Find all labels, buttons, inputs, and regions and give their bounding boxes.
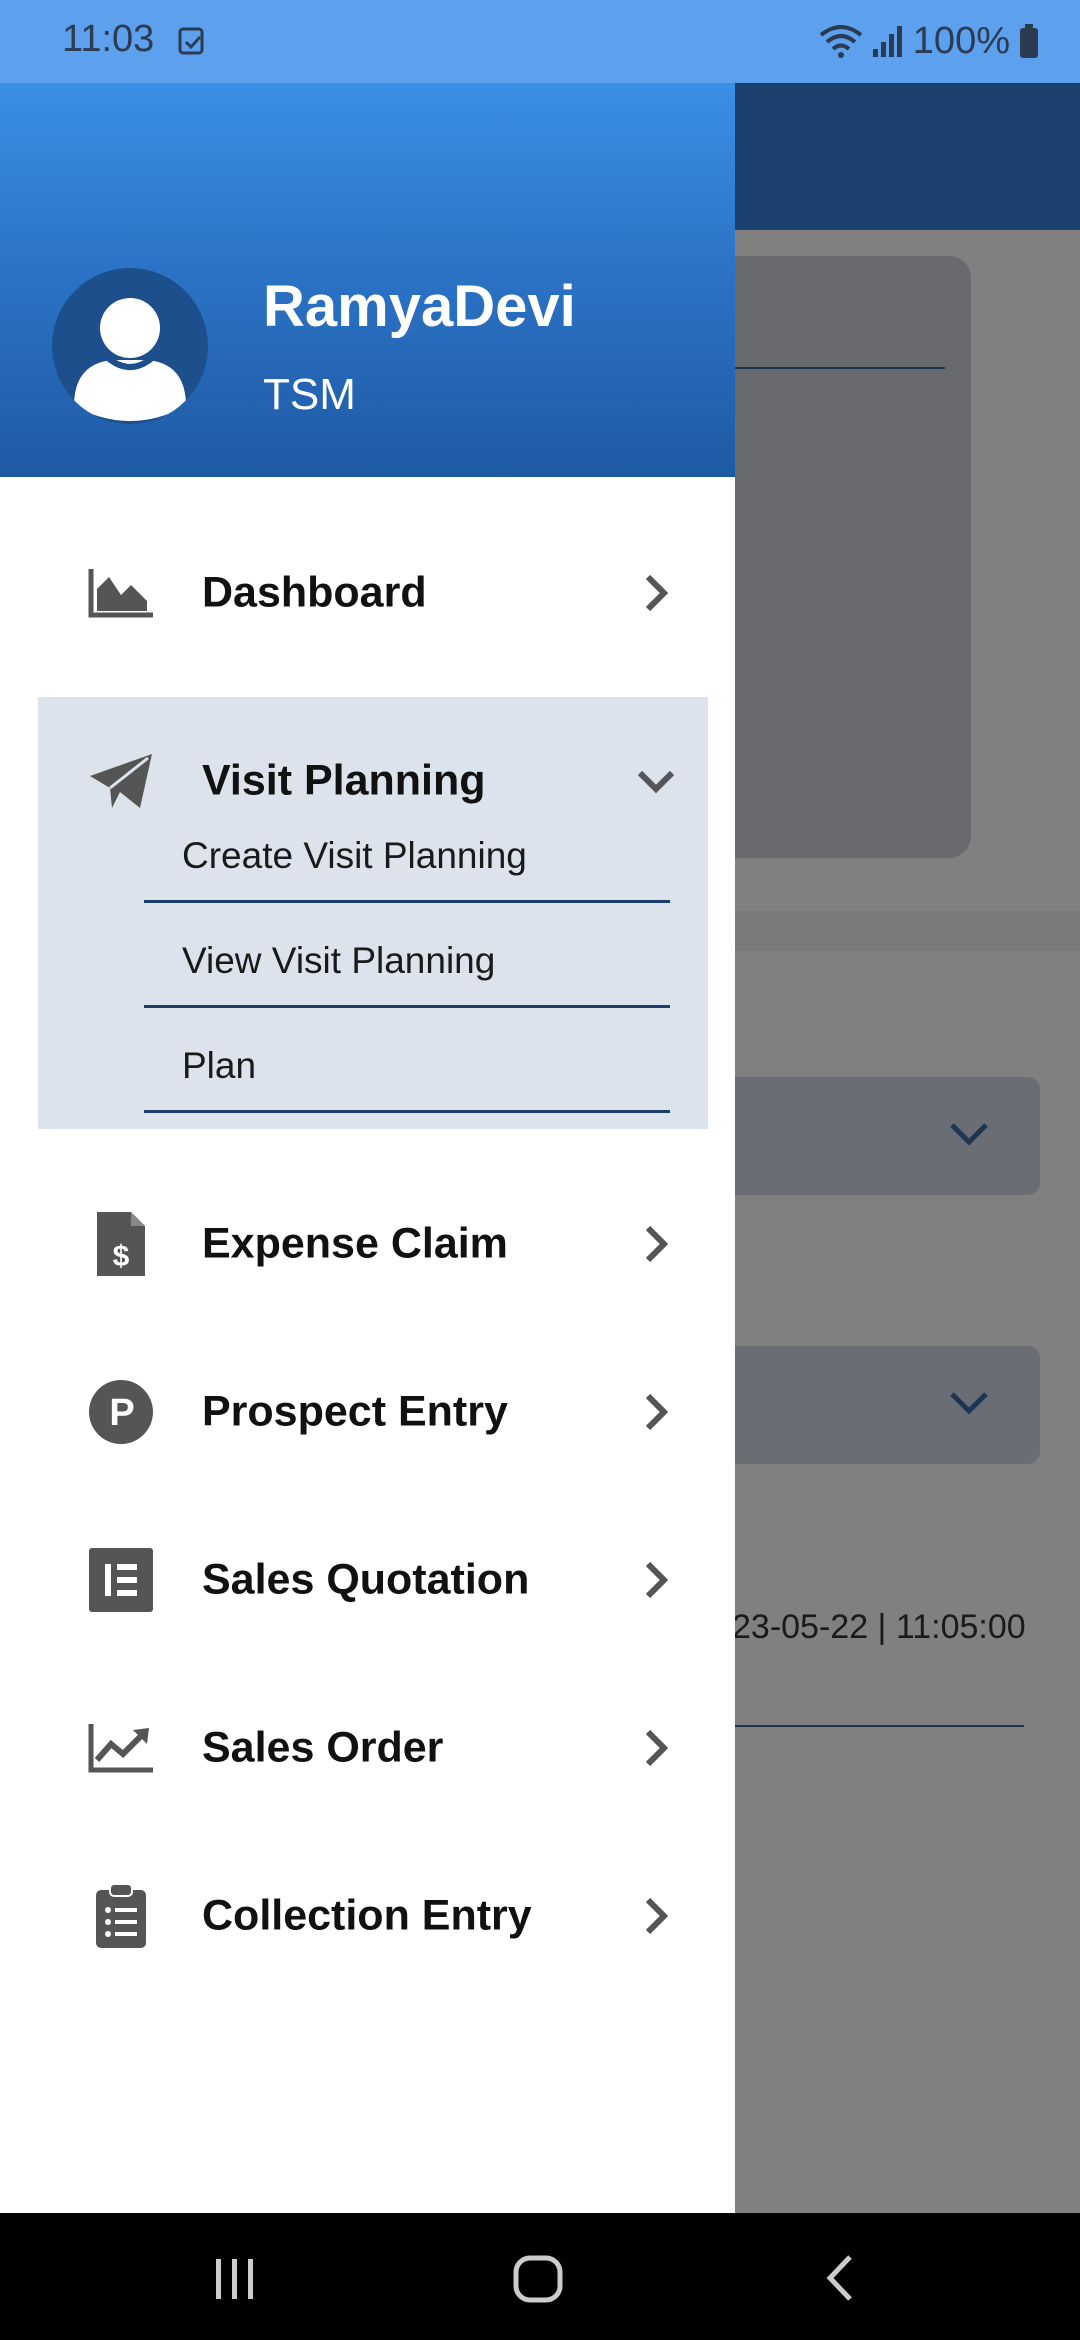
chevron-down-icon — [637, 770, 675, 794]
trending-chart-icon — [86, 1713, 156, 1783]
home-icon[interactable] — [503, 2243, 573, 2313]
svg-text:$: $ — [113, 1240, 130, 1273]
status-time: 11:03 — [62, 18, 155, 60]
back-icon[interactable] — [806, 2243, 876, 2313]
paper-plane-icon — [86, 746, 156, 816]
background-card-divider — [700, 367, 945, 369]
background-dropdown — [700, 1077, 1040, 1195]
background-card — [700, 256, 971, 858]
system-navigation-bar — [0, 2213, 1080, 2340]
status-bar: 11:03 100% — [0, 0, 1080, 83]
submenu-label-create: Create Visit Planning — [182, 835, 527, 876]
background-separator — [700, 911, 1080, 951]
menu-label-collection-entry: Collection Entry — [202, 1891, 532, 1940]
chevron-down-icon — [950, 1123, 988, 1146]
menu-item-prospect-entry[interactable]: P Prospect Entry — [0, 1328, 735, 1496]
note-icon — [178, 27, 204, 55]
submenu-label-plan: Plan — [182, 1045, 257, 1086]
signal-icon — [872, 26, 902, 57]
recent-apps-icon[interactable] — [200, 2243, 270, 2313]
menu-item-collection-entry[interactable]: Collection Entry — [0, 1832, 735, 2000]
chevron-right-icon — [645, 1393, 669, 1431]
menu-label-dashboard: Dashboard — [202, 568, 427, 617]
chevron-right-icon — [645, 1561, 669, 1599]
menu-item-expense-claim[interactable]: $ Expense Claim — [0, 1160, 735, 1328]
menu-label-prospect-entry: Prospect Entry — [202, 1387, 508, 1436]
invoice-dollar-icon: $ — [86, 1209, 156, 1279]
battery-icon — [1020, 24, 1038, 58]
background-field-underline — [732, 1725, 1024, 1727]
menu-group-visit-planning: Visit Planning Create Visit Planning Vie… — [38, 697, 708, 1129]
chevron-down-icon — [950, 1392, 988, 1415]
parking-circle-icon: P — [86, 1377, 156, 1447]
drawer-header: RamyaDevi TSM — [0, 83, 735, 477]
submenu-create-visit-planning[interactable]: Create Visit Planning — [144, 823, 670, 903]
wifi-icon — [819, 25, 863, 58]
submenu-plan[interactable]: Plan — [144, 1033, 670, 1113]
user-name: RamyaDevi — [263, 274, 576, 339]
user-avatar-icon — [74, 298, 186, 421]
chevron-right-icon — [645, 1225, 669, 1263]
svg-text:P: P — [109, 1392, 134, 1434]
submenu-label-view: View Visit Planning — [182, 940, 496, 981]
list-box-icon — [86, 1545, 156, 1615]
menu-item-dashboard[interactable]: Dashboard — [0, 509, 735, 677]
menu-label-sales-quotation: Sales Quotation — [202, 1555, 530, 1604]
clipboard-list-icon — [86, 1881, 156, 1951]
menu-label-sales-order: Sales Order — [202, 1723, 444, 1772]
menu-label-expense-claim: Expense Claim — [202, 1219, 508, 1268]
menu-label-visit-planning: Visit Planning — [202, 756, 486, 805]
navigation-drawer: RamyaDevi TSM Dashboard Visit Planning C… — [0, 83, 735, 2213]
status-icons: 100% — [819, 16, 1040, 66]
chevron-right-icon — [645, 1729, 669, 1767]
chevron-right-icon — [645, 574, 669, 612]
menu-item-sales-order[interactable]: Sales Order — [0, 1664, 735, 1832]
background-dropdown — [700, 1346, 1040, 1464]
menu-item-sales-quotation[interactable]: Sales Quotation — [0, 1496, 735, 1664]
area-chart-icon — [86, 558, 156, 628]
avatar[interactable] — [52, 268, 208, 424]
submenu-view-visit-planning[interactable]: View Visit Planning — [144, 928, 670, 1008]
chevron-right-icon — [645, 1897, 669, 1935]
battery-percent: 100% — [912, 19, 1010, 62]
background-datetime: 23-05-22 | 11:05:00 — [732, 1608, 1026, 1646]
user-role: TSM — [263, 370, 356, 419]
